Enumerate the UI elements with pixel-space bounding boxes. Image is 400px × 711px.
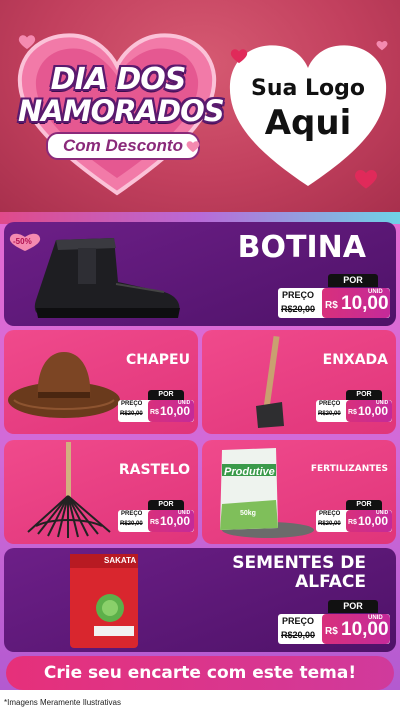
price-value: 10,00 xyxy=(341,293,389,314)
por-label: POR xyxy=(328,600,378,613)
price-box: PREÇO R$20,00 R$ 10,00 UNID xyxy=(316,400,392,422)
product-name: ENXADA xyxy=(322,352,388,368)
price-box: PREÇO R$20,00 R$ 10,00 UNID xyxy=(278,614,390,644)
header-banner: DIA DOS NAMORADOS Com Desconto Sua Logo … xyxy=(0,0,400,212)
product-name: SEMENTES DE ALFACE xyxy=(232,554,366,592)
preco-label: PREÇO xyxy=(319,511,341,517)
preco-label: PREÇO xyxy=(121,511,143,517)
price-value: 10,00 xyxy=(341,619,389,640)
preco-label: PREÇO xyxy=(319,401,341,407)
price-box: PREÇO R$20,00 R$ 10,00 UNID xyxy=(118,400,194,422)
small-heart-icon xyxy=(230,49,248,64)
currency-symbol: R$ xyxy=(325,300,338,311)
currency-symbol: R$ xyxy=(325,626,338,637)
currency-symbol: R$ xyxy=(150,409,159,416)
fertilizer-bag-image xyxy=(220,448,314,538)
small-heart-icon xyxy=(354,169,378,189)
title-line1: DIA DOS xyxy=(50,62,187,97)
unit-label: UNID xyxy=(376,510,389,516)
old-price: R$20,00 xyxy=(120,411,143,417)
old-price: R$20,00 xyxy=(120,521,143,527)
por-label: POR xyxy=(148,500,184,510)
por-label: POR xyxy=(328,274,378,287)
seed-brand-label: SAKATA xyxy=(104,556,137,565)
logo-placeholder-line1: Sua Logo xyxy=(250,76,365,101)
price-value: 10,00 xyxy=(160,404,191,418)
preco-label: PREÇO xyxy=(282,616,315,626)
boot-image xyxy=(34,238,180,318)
small-heart-icon xyxy=(186,141,200,153)
hoe-image xyxy=(256,335,284,428)
unit-label: UNID xyxy=(368,615,383,621)
product-card-botina[interactable]: -50% BOTINA POR PREÇO R$20,00 R$ 10,00 U… xyxy=(4,222,396,326)
old-price: R$20,00 xyxy=(318,521,341,527)
subtitle-badge: Com Desconto xyxy=(46,132,200,160)
price-box: PREÇO R$20,00 R$ 10,00 UNID xyxy=(316,510,392,532)
new-price: R$ 10,00 UNID xyxy=(322,288,390,318)
discount-badge: -50% xyxy=(8,232,42,252)
product-name-line2: ALFACE xyxy=(295,572,366,592)
price-value: 10,00 xyxy=(358,404,389,418)
currency-symbol: R$ xyxy=(150,519,159,526)
currency-symbol: R$ xyxy=(348,409,357,416)
currency-symbol: R$ xyxy=(348,519,357,526)
cta-button[interactable]: Crie seu encarte com este tema! xyxy=(6,656,394,690)
product-name: FERTILIZANTES xyxy=(310,464,388,474)
product-card-chapeu[interactable]: CHAPEU POR PREÇO R$20,00 R$ 10,00 UNID xyxy=(4,330,198,434)
price-box: PREÇO R$20,00 R$ 10,00 UNID xyxy=(278,288,390,318)
old-price: R$20,00 xyxy=(281,304,316,314)
old-price: R$20,00 xyxy=(318,411,341,417)
new-price: R$ 10,00 UNID xyxy=(322,614,390,644)
preco-label: PREÇO xyxy=(282,290,315,300)
product-card-rastelo[interactable]: RASTELO POR PREÇO R$20,00 R$ 10,00 UNID xyxy=(4,440,198,544)
footer-disclaimer: *Imagens Meramente Ilustrativas xyxy=(0,694,400,711)
unit-label: UNID xyxy=(376,400,389,406)
unit-label: UNID xyxy=(178,510,191,516)
product-card-sementes[interactable]: SAKATA SEMENTES DE ALFACE POR PREÇO R$20… xyxy=(4,548,396,652)
new-price: R$ 10,00 UNID xyxy=(148,400,194,422)
product-name: CHAPEU xyxy=(125,352,190,368)
price-value: 10,00 xyxy=(358,514,389,528)
new-price: R$ 10,00 UNID xyxy=(346,510,392,532)
new-price: R$ 10,00 UNID xyxy=(346,400,392,422)
small-heart-icon xyxy=(18,35,36,50)
logo-placeholder-line2: Aqui xyxy=(264,103,352,143)
price-value: 10,00 xyxy=(160,514,191,528)
old-price: R$20,00 xyxy=(281,630,316,640)
discount-label: -50% xyxy=(13,237,32,246)
price-box: PREÇO R$20,00 R$ 10,00 UNID xyxy=(118,510,194,532)
rake-image xyxy=(27,442,111,538)
product-name: RASTELO xyxy=(118,462,190,478)
preco-label: PREÇO xyxy=(121,401,143,407)
bag-weight-label: 50kg xyxy=(240,510,256,517)
new-price: R$ 10,00 UNID xyxy=(148,510,194,532)
product-card-fertilizantes[interactable]: Produtive 50kg FERTILIZANTES POR PREÇO R… xyxy=(202,440,396,544)
por-label: POR xyxy=(148,390,184,400)
seed-packet-image xyxy=(70,554,138,648)
product-card-enxada[interactable]: ENXADA POR PREÇO R$20,00 R$ 10,00 UNID xyxy=(202,330,396,434)
product-name: BOTINA xyxy=(237,230,366,265)
fertilizer-brand-label: Produtive xyxy=(224,466,275,478)
title-line2: NAMORADOS xyxy=(18,94,225,128)
small-heart-icon xyxy=(376,40,388,51)
unit-label: UNID xyxy=(178,400,191,406)
product-name-line1: SEMENTES DE xyxy=(232,553,366,573)
unit-label: UNID xyxy=(368,289,383,295)
por-label: POR xyxy=(346,390,382,400)
por-label: POR xyxy=(346,500,382,510)
hat-image xyxy=(8,352,120,418)
